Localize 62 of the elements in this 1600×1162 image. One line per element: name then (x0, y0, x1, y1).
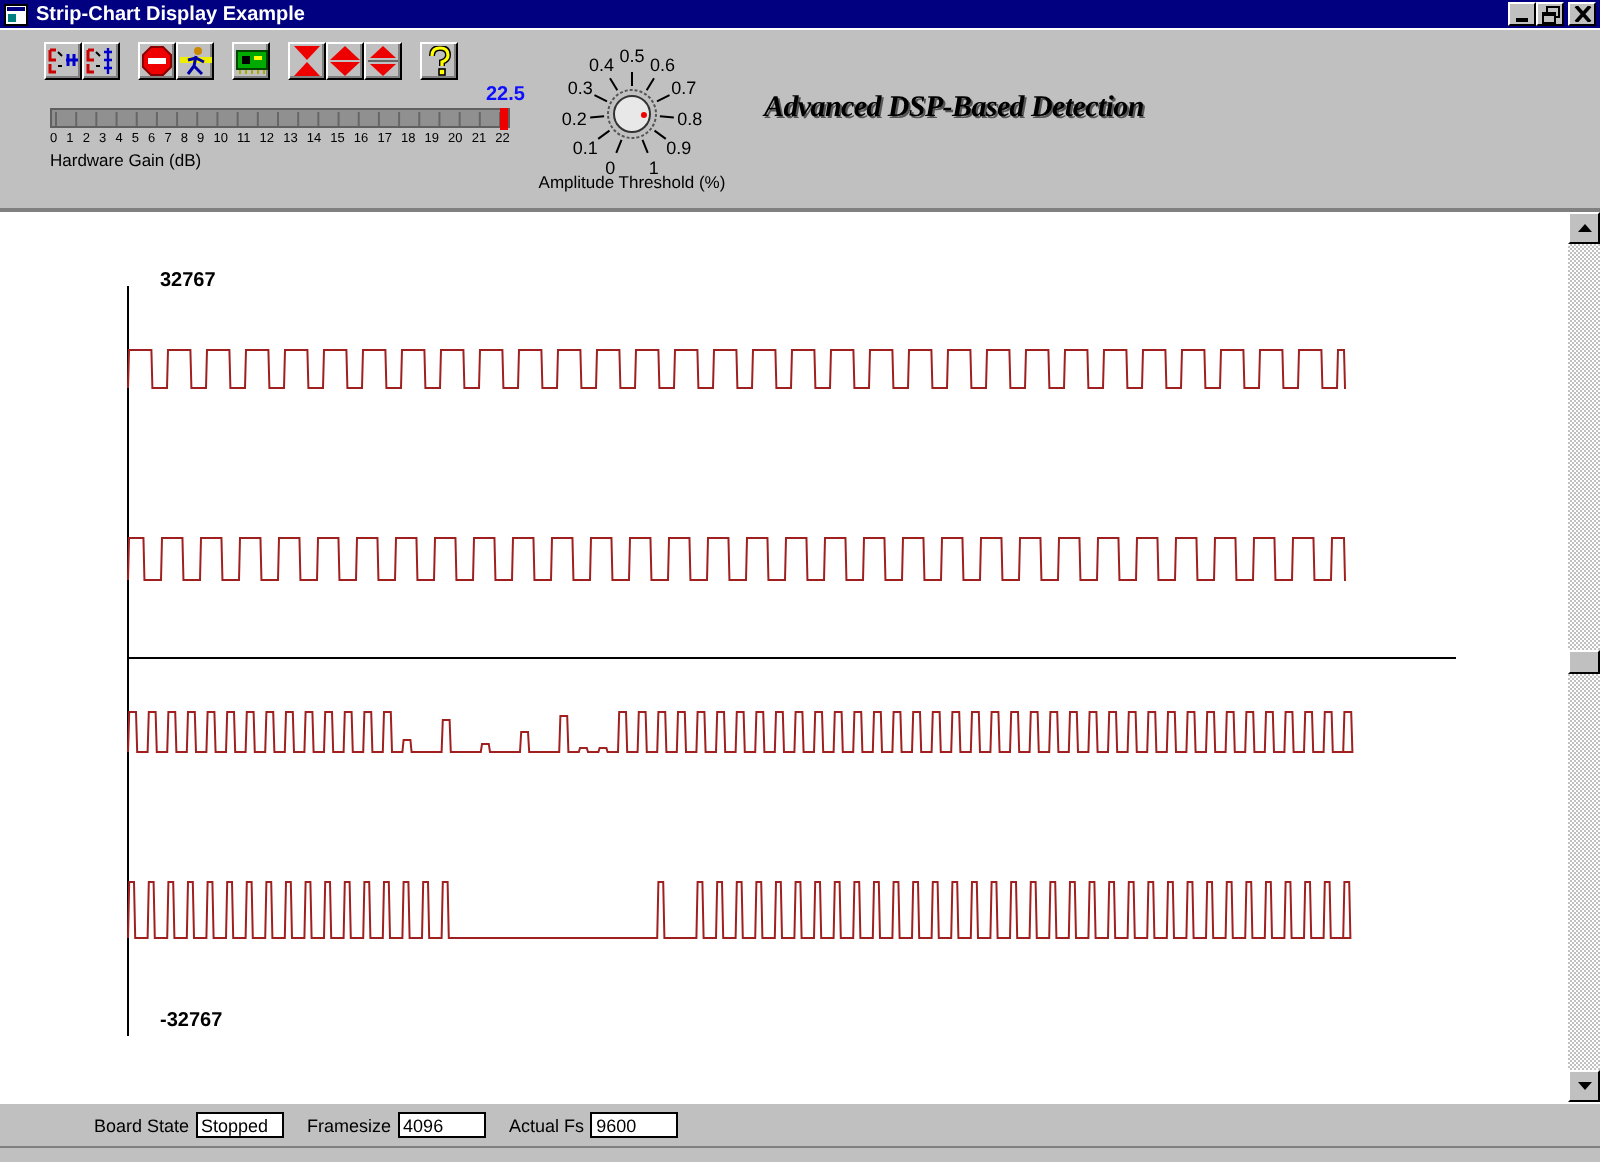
text-field[interactable]: 9600 (590, 1112, 679, 1138)
split-arrows-icon (368, 46, 398, 76)
channels-icon (47, 46, 79, 76)
text-field[interactable]: 4096 (397, 1112, 486, 1138)
text-field[interactable]: Stopped (195, 1112, 284, 1138)
field-label: Actual Fs (509, 1115, 585, 1135)
dial-tick (597, 129, 611, 140)
dial-tick (589, 115, 606, 119)
dial-tick (658, 115, 675, 119)
minimize-button[interactable] (1508, 2, 1536, 26)
runner-icon (179, 46, 211, 76)
converging-arrows-icon (292, 46, 322, 76)
gain-value: 22.5 (486, 84, 525, 106)
zoom-in-button[interactable] (288, 42, 326, 80)
dial-label: 0.2 (561, 108, 587, 129)
channels-icon (85, 46, 117, 76)
circuit-board-icon (235, 49, 267, 73)
dial-label: 0.4 (589, 54, 615, 75)
zoom-out-button[interactable] (326, 42, 364, 80)
gain-caption: Hardware Gain (dB) (50, 150, 204, 170)
dial-label: 0.7 (671, 77, 697, 98)
help-button[interactable] (420, 42, 458, 80)
board-button[interactable] (232, 42, 270, 80)
stop-icon (142, 46, 172, 76)
dial-label: 0.8 (677, 108, 703, 129)
vertical-scrollbar[interactable] (1568, 212, 1600, 1102)
axis-label: -32767 (160, 1010, 223, 1032)
dial-tick (615, 138, 623, 154)
channels-out-button[interactable] (82, 42, 120, 80)
down-arrow-icon (1577, 1082, 1591, 1090)
stop-button[interactable] (138, 42, 176, 80)
dial-tick (631, 71, 633, 87)
dial-label: 0.5 (619, 46, 645, 66)
slider-thumb[interactable] (500, 108, 508, 130)
close-icon (1573, 6, 1591, 22)
up-arrow-icon (1577, 224, 1591, 232)
threshold-caption: Amplitude Threshold (%) (538, 172, 726, 192)
field-label: Board State (94, 1115, 190, 1135)
restore-button[interactable] (1536, 2, 1564, 26)
axis-label: 32767 (160, 270, 216, 292)
field-label: Framesize (307, 1115, 392, 1135)
dial-label: 0 (605, 157, 616, 178)
dial-label: 0.1 (572, 138, 598, 159)
dial-tick (653, 129, 667, 140)
restore-icon (1541, 5, 1559, 23)
scroll-thumb[interactable] (1568, 650, 1600, 674)
dial-label: 0.6 (649, 54, 675, 75)
threshold-knob[interactable] (607, 89, 657, 139)
scroll-up-button[interactable] (1568, 212, 1600, 244)
run-button[interactable] (176, 42, 214, 80)
scroll-down-button[interactable] (1568, 1070, 1600, 1102)
dial-label: 1 (648, 157, 659, 178)
channels-in-button[interactable] (44, 42, 82, 80)
close-button[interactable] (1568, 2, 1596, 26)
heading: Advanced DSP-Based Detection (764, 92, 1144, 124)
dial-tick (641, 138, 649, 154)
split-button[interactable] (364, 42, 402, 80)
expand-arrows-icon (330, 46, 360, 76)
help-icon (424, 46, 454, 76)
dial-label: 0.3 (567, 77, 593, 98)
dial-label: 0.9 (666, 138, 692, 159)
window-title: Strip-Chart Display Example (36, 3, 305, 25)
